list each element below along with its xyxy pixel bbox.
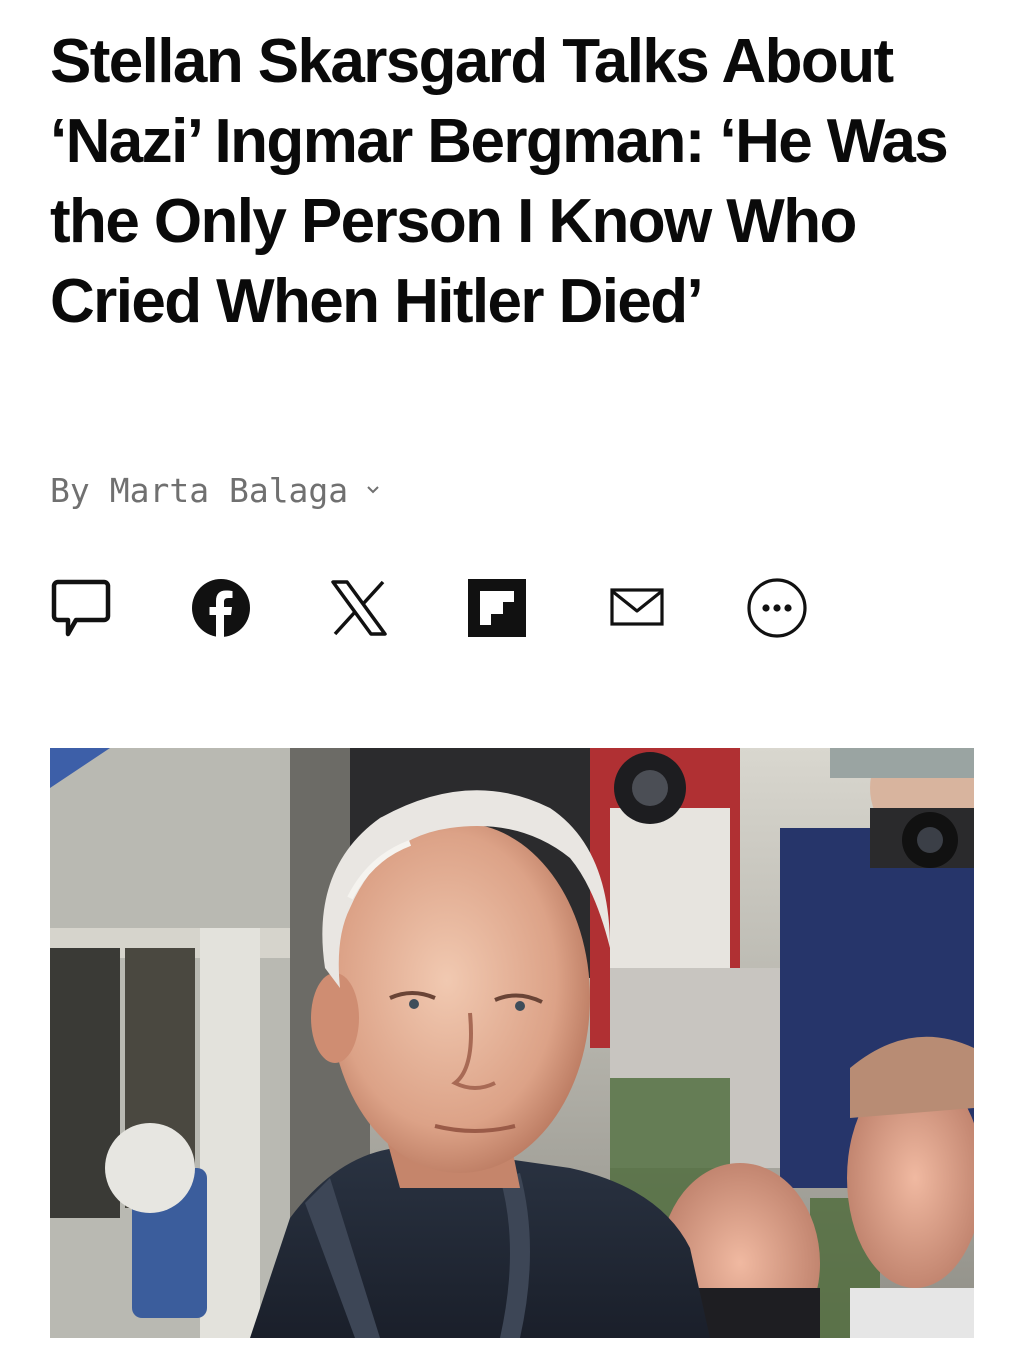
hero-image bbox=[50, 748, 974, 1338]
comment-button[interactable] bbox=[48, 572, 114, 644]
byline-prefix: By bbox=[50, 470, 90, 510]
more-options-button[interactable] bbox=[744, 572, 810, 644]
email-icon bbox=[610, 588, 664, 626]
comment-icon bbox=[51, 579, 111, 637]
flipboard-icon bbox=[468, 579, 526, 637]
x-share-button[interactable] bbox=[326, 572, 392, 644]
chevron-down-icon[interactable] bbox=[366, 485, 380, 495]
x-icon bbox=[331, 580, 387, 636]
author-name[interactable]: Marta Balaga bbox=[110, 471, 348, 510]
email-share-button[interactable] bbox=[604, 572, 670, 644]
share-toolbar bbox=[48, 572, 828, 644]
more-icon bbox=[747, 578, 807, 638]
flipboard-share-button[interactable] bbox=[464, 572, 530, 644]
article-headline: Stellan Skarsgard Talks About ‘Nazi’ Ing… bbox=[50, 27, 949, 336]
facebook-share-button[interactable] bbox=[188, 572, 254, 644]
author-byline[interactable]: By Marta Balaga bbox=[50, 466, 380, 514]
facebook-icon bbox=[192, 579, 250, 637]
